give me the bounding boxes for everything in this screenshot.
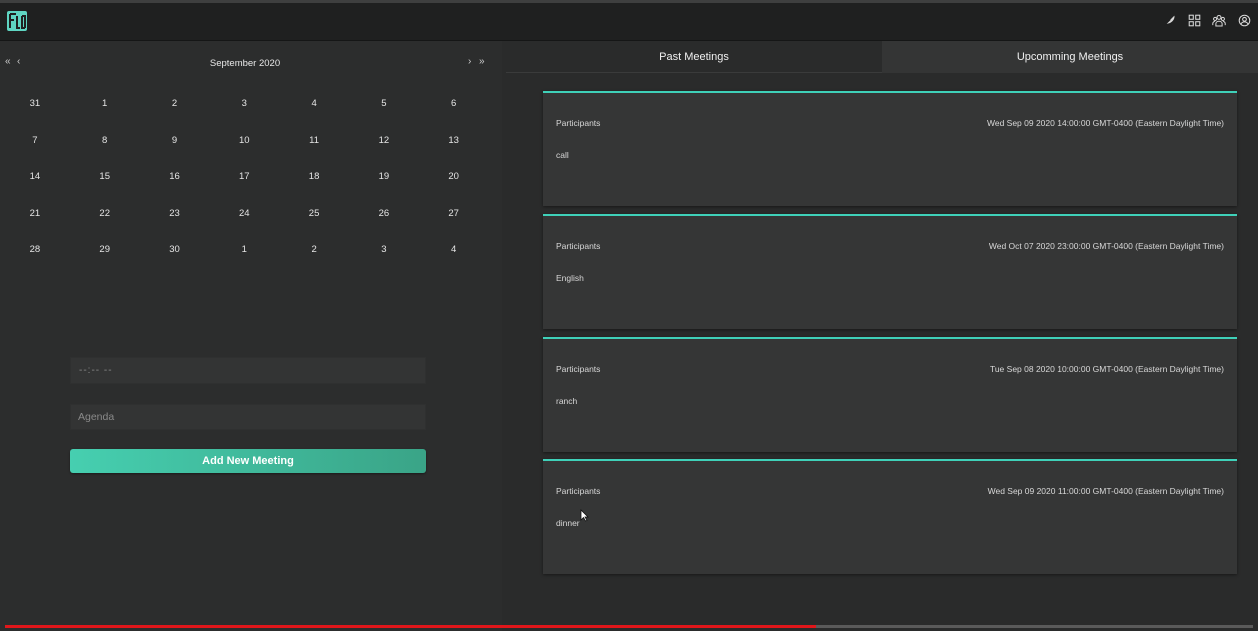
- calendar-day[interactable]: 18: [279, 167, 349, 204]
- user-circle-icon[interactable]: [1236, 12, 1252, 28]
- participants-label[interactable]: Participants: [556, 364, 600, 374]
- meeting-agenda: English: [556, 272, 584, 283]
- agenda-input[interactable]: Agenda: [70, 404, 426, 430]
- calendar-day[interactable]: 29: [70, 240, 140, 277]
- calendar-day[interactable]: 6: [419, 94, 489, 131]
- participants-label[interactable]: Participants: [556, 486, 600, 496]
- calendar-day[interactable]: 27: [419, 204, 489, 241]
- calendar-day[interactable]: 28: [0, 240, 70, 277]
- calendar-day[interactable]: 9: [140, 131, 210, 168]
- calendar-day[interactable]: 7: [0, 131, 70, 168]
- calendar-day[interactable]: 11: [279, 131, 349, 168]
- tab-past-meetings[interactable]: Past Meetings: [506, 41, 882, 73]
- calendar-week: 14 15 16 17 18 19 20: [0, 167, 489, 204]
- calendar-day[interactable]: 25: [279, 204, 349, 241]
- meeting-date: Wed Sep 09 2020 11:00:00 GMT-0400 (Easte…: [987, 486, 1224, 497]
- calendar-day[interactable]: 3: [349, 240, 419, 277]
- calendar-week: 31 1 2 3 4 5 6: [0, 94, 489, 131]
- calendar-day[interactable]: 22: [70, 204, 140, 241]
- calendar-day[interactable]: 3: [209, 94, 279, 131]
- calendar-day[interactable]: 8: [70, 131, 140, 168]
- participants-label[interactable]: Participants: [556, 118, 600, 128]
- calendar-day[interactable]: 4: [419, 240, 489, 277]
- meeting-tabs: Past Meetings Upcomming Meetings: [506, 41, 1258, 73]
- calendar-month-label[interactable]: September 2020: [0, 58, 490, 69]
- calendar-day[interactable]: 14: [0, 167, 70, 204]
- video-progress-fill: [5, 625, 817, 628]
- grid-icon[interactable]: [1186, 12, 1202, 28]
- top-bar: [0, 3, 1258, 41]
- mouse-cursor-icon: [580, 509, 589, 527]
- meeting-card[interactable]: Participants Wed Oct 07 2020 23:00:00 GM…: [543, 213, 1237, 329]
- calendar-day[interactable]: 12: [349, 131, 419, 168]
- calendar-day[interactable]: 2: [279, 240, 349, 277]
- meeting-card[interactable]: Participants Tue Sep 08 2020 10:00:00 GM…: [543, 336, 1237, 452]
- meeting-agenda: ranch: [556, 395, 578, 406]
- meeting-date: Wed Oct 07 2020 23:00:00 GMT-0400 (Easte…: [988, 240, 1224, 251]
- calendar-day[interactable]: 30: [140, 240, 210, 277]
- meeting-card[interactable]: Participants Wed Sep 09 2020 11:00:00 GM…: [543, 459, 1237, 575]
- calendar-day[interactable]: 1: [70, 94, 140, 131]
- calendar-day[interactable]: 31: [0, 94, 70, 131]
- calendar-day[interactable]: 26: [349, 204, 419, 241]
- calendar-day[interactable]: 17: [209, 167, 279, 204]
- calendar-day[interactable]: 4: [279, 94, 349, 131]
- calendar-week: 28 29 30 1 2 3 4: [0, 240, 489, 277]
- calendar-week: 21 22 23 24 25 26 27: [0, 204, 489, 241]
- calendar-day[interactable]: 24: [209, 204, 279, 241]
- calendar-day[interactable]: 21: [0, 204, 70, 241]
- time-input[interactable]: --:-- --: [70, 357, 426, 384]
- calendar-navigation: « ‹ September 2020 › »: [0, 54, 502, 70]
- meeting-agenda: dinner: [556, 518, 580, 529]
- calendar-day[interactable]: 5: [349, 94, 419, 131]
- calendar-day[interactable]: 1: [209, 240, 279, 277]
- meeting-date: Tue Sep 08 2020 10:00:00 GMT-0400 (Easte…: [989, 363, 1224, 374]
- feather-icon[interactable]: [1161, 12, 1177, 28]
- tab-upcoming-meetings[interactable]: Upcomming Meetings: [882, 41, 1258, 73]
- scheduler-panel: « ‹ September 2020 › » 31 1 2 3 4 5 6 7 …: [0, 41, 502, 631]
- next-month-button[interactable]: ›: [468, 57, 471, 67]
- calendar-day[interactable]: 23: [140, 204, 210, 241]
- header-icons: [1161, 12, 1252, 28]
- calendar-week: 7 8 9 10 11 12 13: [0, 131, 489, 168]
- participants-label[interactable]: Participants: [556, 241, 600, 251]
- calendar-day[interactable]: 16: [140, 167, 210, 204]
- calendar-grid: 31 1 2 3 4 5 6 7 8 9 10 11 12 13 14 15 1…: [0, 94, 489, 277]
- add-new-meeting-button[interactable]: Add New Meeting: [70, 449, 426, 473]
- calendar-day[interactable]: 19: [349, 167, 419, 204]
- calendar-day[interactable]: 10: [209, 131, 279, 168]
- meeting-list: Participants Wed Sep 09 2020 14:00:00 GM…: [543, 91, 1237, 582]
- calendar-day[interactable]: 15: [70, 167, 140, 204]
- video-progress-bar[interactable]: [5, 625, 1253, 628]
- calendar-day[interactable]: 20: [419, 167, 489, 204]
- meeting-card[interactable]: Participants Wed Sep 09 2020 14:00:00 GM…: [543, 91, 1237, 206]
- app-logo-icon[interactable]: [7, 11, 27, 31]
- meeting-date: Wed Sep 09 2020 14:00:00 GMT-0400 (Easte…: [986, 118, 1224, 128]
- meetings-panel: Past Meetings Upcomming Meetings Partici…: [502, 41, 1258, 631]
- calendar-day[interactable]: 13: [419, 131, 489, 168]
- users-icon[interactable]: [1211, 12, 1227, 28]
- calendar-day[interactable]: 2: [140, 94, 210, 131]
- next-year-button[interactable]: »: [479, 57, 485, 67]
- meeting-agenda: call: [556, 150, 569, 160]
